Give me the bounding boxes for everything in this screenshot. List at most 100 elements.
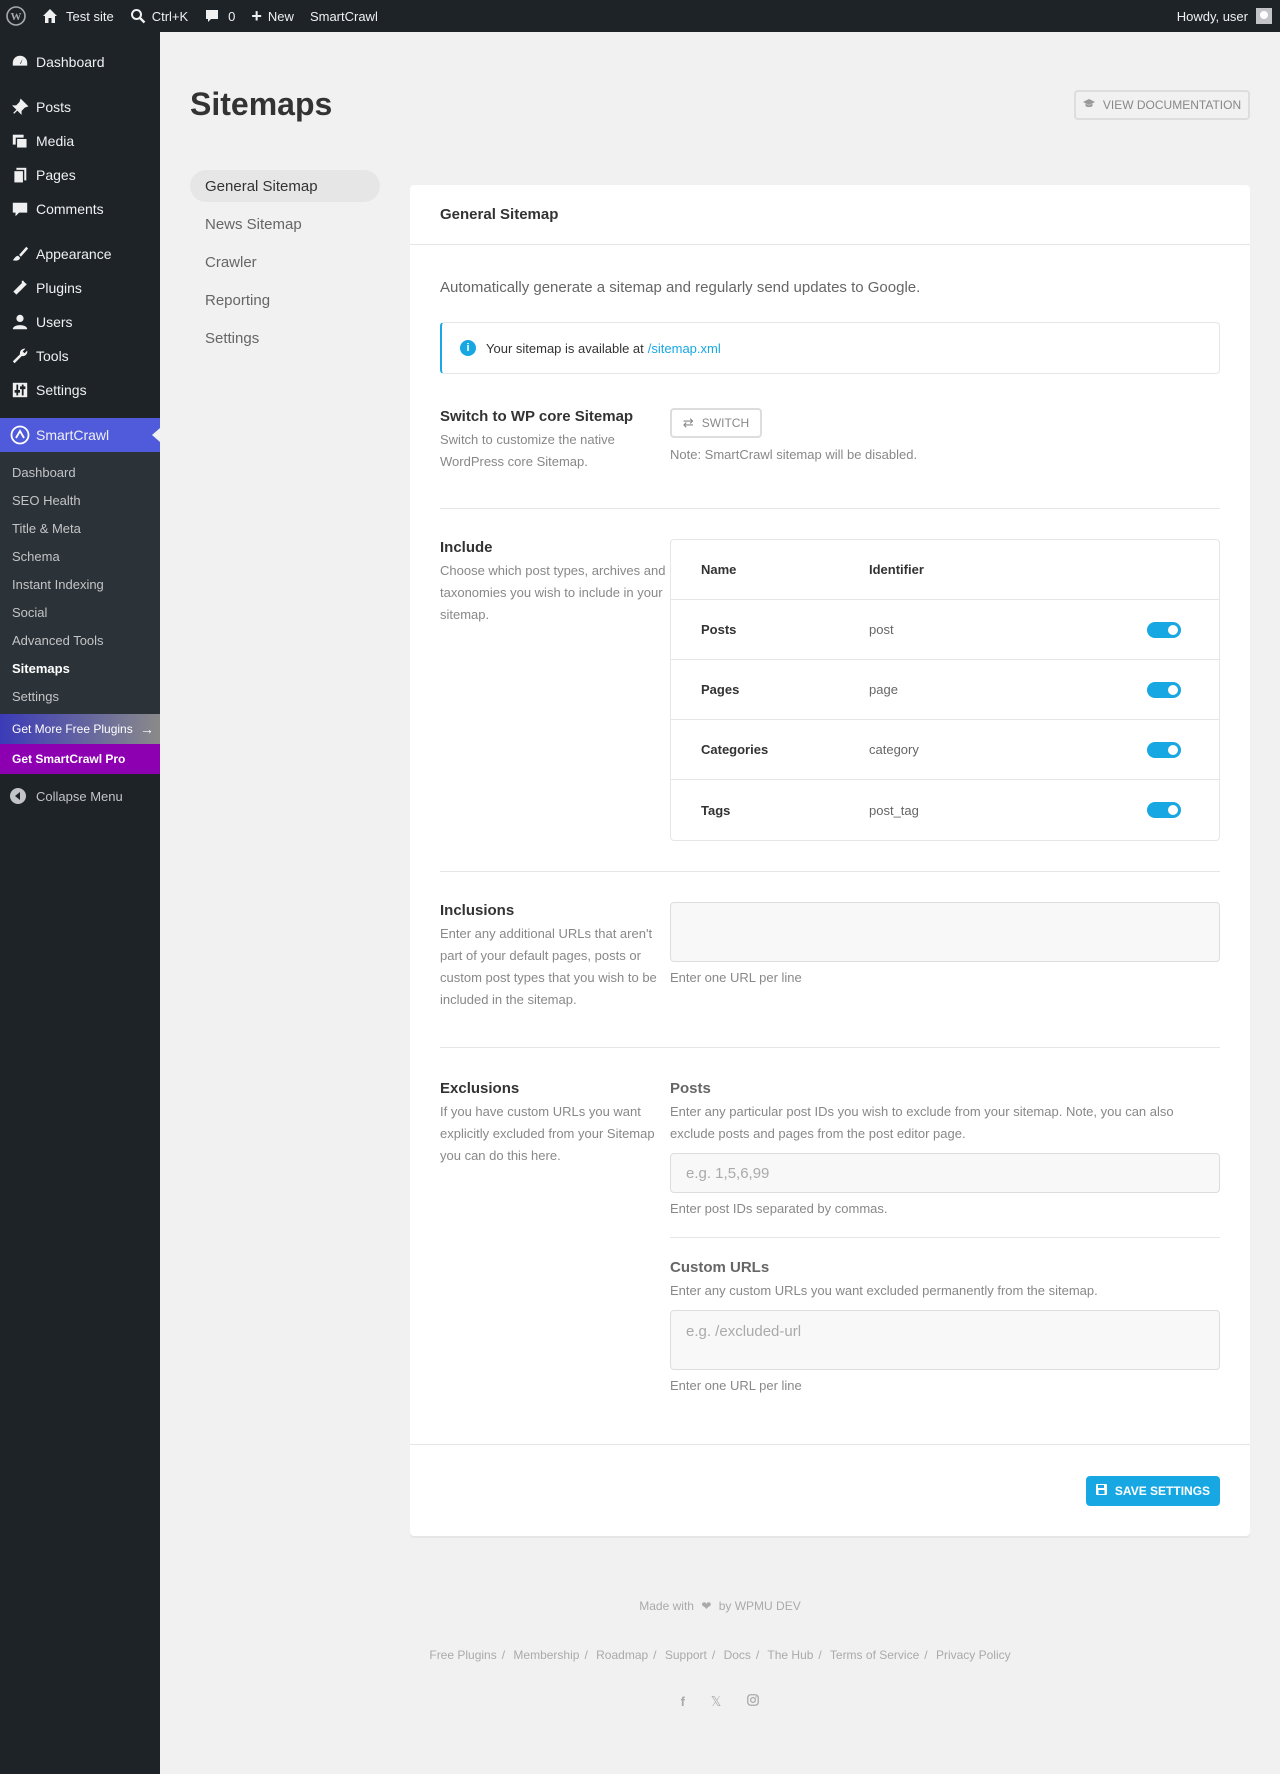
include-tags-toggle[interactable] xyxy=(1147,802,1181,818)
switch-button[interactable]: ⇄ Switch xyxy=(670,408,762,438)
tab-news-sitemap[interactable]: News Sitemap xyxy=(190,208,380,240)
custom-urls-desc: Enter any custom URLs you want excluded … xyxy=(670,1283,1098,1298)
made-with-label: Made with xyxy=(639,1599,694,1613)
row-name: Posts xyxy=(701,622,737,637)
search-shortcut-label: Ctrl+K xyxy=(151,8,189,24)
submenu-settings[interactable]: Settings xyxy=(0,682,160,710)
admin-sidebar: Dashboard Posts Media Pages Comments App… xyxy=(0,32,160,1774)
sidebar-item-label: Settings xyxy=(36,382,87,398)
include-label: Include xyxy=(440,539,493,556)
footer-link-privacy[interactable]: Privacy Policy xyxy=(936,1648,1011,1662)
comments-link[interactable]: 0 xyxy=(196,0,243,32)
user-icon xyxy=(10,312,30,332)
sidebar-item-media[interactable]: Media xyxy=(0,124,160,158)
submenu-title-meta[interactable]: Title & Meta xyxy=(0,514,160,542)
sidebar-item-label: SmartCrawl xyxy=(36,427,110,443)
sitemap-notice: i Your sitemap is available at /sitemap.… xyxy=(440,322,1220,374)
instagram-icon[interactable] xyxy=(747,1694,760,1710)
footer-link-terms[interactable]: Terms of Service xyxy=(830,1648,919,1662)
include-categories-toggle[interactable] xyxy=(1147,741,1181,758)
submenu-dashboard[interactable]: Dashboard xyxy=(0,458,160,486)
save-settings-button[interactable]: Save Settings xyxy=(1086,1475,1220,1506)
svg-text:W: W xyxy=(11,11,22,23)
sliders-icon xyxy=(10,380,30,400)
exclusions-desc: If you have custom URLs you want explici… xyxy=(440,1104,655,1163)
sidebar-item-label: Comments xyxy=(36,201,104,217)
x-icon[interactable]: 𝕏 xyxy=(711,1694,721,1710)
col-identifier: Identifier xyxy=(869,562,924,577)
sidebar-item-users[interactable]: Users xyxy=(0,305,160,339)
inclusions-row: Inclusions Enter any additional URLs tha… xyxy=(440,872,1220,1048)
plus-icon: + xyxy=(251,5,262,26)
table-row: Tags post_tag xyxy=(671,780,1219,840)
sidebar-item-pages[interactable]: Pages xyxy=(0,158,160,192)
search-shortcut[interactable]: Ctrl+K xyxy=(122,0,196,32)
submenu-schema[interactable]: Schema xyxy=(0,542,160,570)
sidebar-item-plugins[interactable]: Plugins xyxy=(0,271,160,305)
exclude-post-ids-input[interactable]: e.g. 1,5,6,99 xyxy=(670,1153,1220,1193)
swap-icon: ⇄ xyxy=(682,415,694,430)
avatar[interactable] xyxy=(1256,8,1272,24)
footer-link-docs[interactable]: Docs xyxy=(724,1648,751,1662)
row-identifier: page xyxy=(869,682,898,697)
footer-link-support[interactable]: Support xyxy=(665,1648,707,1662)
inclusions-textarea[interactable] xyxy=(670,902,1220,962)
tab-general-sitemap[interactable]: General Sitemap xyxy=(190,170,380,202)
sitemap-tabs: General Sitemap News Sitemap Crawler Rep… xyxy=(190,170,380,360)
sidebar-item-posts[interactable]: Posts xyxy=(0,90,160,124)
comment-icon xyxy=(10,199,30,219)
footer-link-free-plugins[interactable]: Free Plugins xyxy=(429,1648,496,1662)
include-posts-toggle[interactable] xyxy=(1147,621,1181,638)
table-row: Categories category xyxy=(671,720,1219,780)
include-row: Include Choose which post types, archive… xyxy=(440,509,1220,872)
admin-bar: W Test site Ctrl+K 0 + New SmartCrawl Ho… xyxy=(0,0,1280,32)
view-documentation-button[interactable]: View Documentation xyxy=(1074,90,1250,120)
notice-text: Your sitemap is available at xyxy=(486,340,644,356)
inclusions-label: Inclusions xyxy=(440,902,515,919)
sitemap-link[interactable]: /sitemap.xml xyxy=(648,341,721,356)
inclusions-desc: Enter any additional URLs that aren't pa… xyxy=(440,926,657,1007)
sidebar-item-label: Pages xyxy=(36,167,76,183)
footer-link-the-hub[interactable]: The Hub xyxy=(767,1648,813,1662)
submenu-seo-health[interactable]: SEO Health xyxy=(0,486,160,514)
get-more-free-plugins-link[interactable]: Get More Free Plugins → xyxy=(0,714,160,744)
smartcrawl-adminbar-link[interactable]: SmartCrawl xyxy=(302,0,386,32)
heart-icon: ❤ xyxy=(701,1599,712,1613)
tab-reporting[interactable]: Reporting xyxy=(190,284,380,316)
footer-social: f 𝕏 xyxy=(160,1694,1280,1710)
pin-icon xyxy=(10,97,30,117)
excluded-urls-textarea[interactable]: e.g. /excluded-url xyxy=(670,1310,1220,1370)
footer-link-roadmap[interactable]: Roadmap xyxy=(596,1648,648,1662)
sidebar-item-settings[interactable]: Settings xyxy=(0,373,160,407)
exclusions-row: Exclusions If you have custom URLs you w… xyxy=(440,1048,1220,1393)
submenu-advanced-tools[interactable]: Advanced Tools xyxy=(0,626,160,654)
submenu-instant-indexing[interactable]: Instant Indexing xyxy=(0,570,160,598)
howdy-user[interactable]: Howdy, user xyxy=(1177,9,1248,24)
site-name: Test site xyxy=(66,8,114,24)
new-label: New xyxy=(267,8,294,24)
get-smartcrawl-pro-link[interactable]: Get SmartCrawl Pro xyxy=(0,744,160,774)
sidebar-item-tools[interactable]: Tools xyxy=(0,339,160,373)
tab-settings[interactable]: Settings xyxy=(190,322,380,354)
wordpress-logo-icon[interactable]: W xyxy=(0,0,34,32)
new-content-link[interactable]: + New xyxy=(243,0,302,32)
submenu-sitemaps[interactable]: Sitemaps xyxy=(0,654,160,682)
made-with-footer: Made with ❤ by WPMU DEV xyxy=(160,1599,1280,1613)
include-pages-toggle[interactable] xyxy=(1147,681,1181,698)
site-name-link[interactable]: Test site xyxy=(34,0,122,32)
comments-count: 0 xyxy=(228,8,236,24)
facebook-icon[interactable]: f xyxy=(681,1694,685,1710)
footer-link-membership[interactable]: Membership xyxy=(513,1648,579,1662)
collapse-icon xyxy=(10,788,26,804)
submenu-social[interactable]: Social xyxy=(0,598,160,626)
search-icon xyxy=(130,9,146,24)
switch-row: Switch to WP core Sitemap Switch to cust… xyxy=(440,374,1220,509)
collapse-menu-button[interactable]: Collapse Menu xyxy=(0,778,160,814)
save-icon xyxy=(1095,1483,1107,1498)
sidebar-item-dashboard[interactable]: Dashboard xyxy=(0,45,160,79)
table-row: Posts post xyxy=(671,600,1219,660)
sidebar-item-comments[interactable]: Comments xyxy=(0,192,160,226)
tab-crawler[interactable]: Crawler xyxy=(190,246,380,278)
sidebar-item-appearance[interactable]: Appearance xyxy=(0,237,160,271)
sidebar-item-smartcrawl[interactable]: SmartCrawl xyxy=(0,418,160,452)
